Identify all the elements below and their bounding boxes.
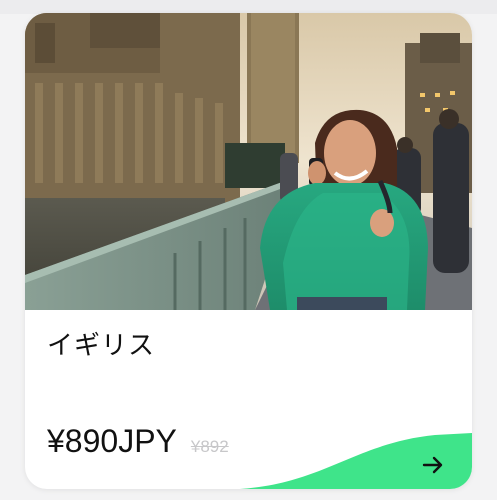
price: ¥890JPY (47, 423, 177, 459)
original-price: ¥892 (190, 437, 229, 456)
view-plan-button[interactable] (415, 449, 451, 485)
destination-photo (25, 13, 472, 310)
arrow-right-icon (421, 453, 445, 481)
price-row: ¥890JPY ¥892 (47, 423, 229, 460)
previous-card-edge (0, 0, 497, 14)
country-name: イギリス (47, 331, 156, 361)
esim-plan-card[interactable]: イギリス ¥890JPY ¥892 (25, 13, 472, 489)
